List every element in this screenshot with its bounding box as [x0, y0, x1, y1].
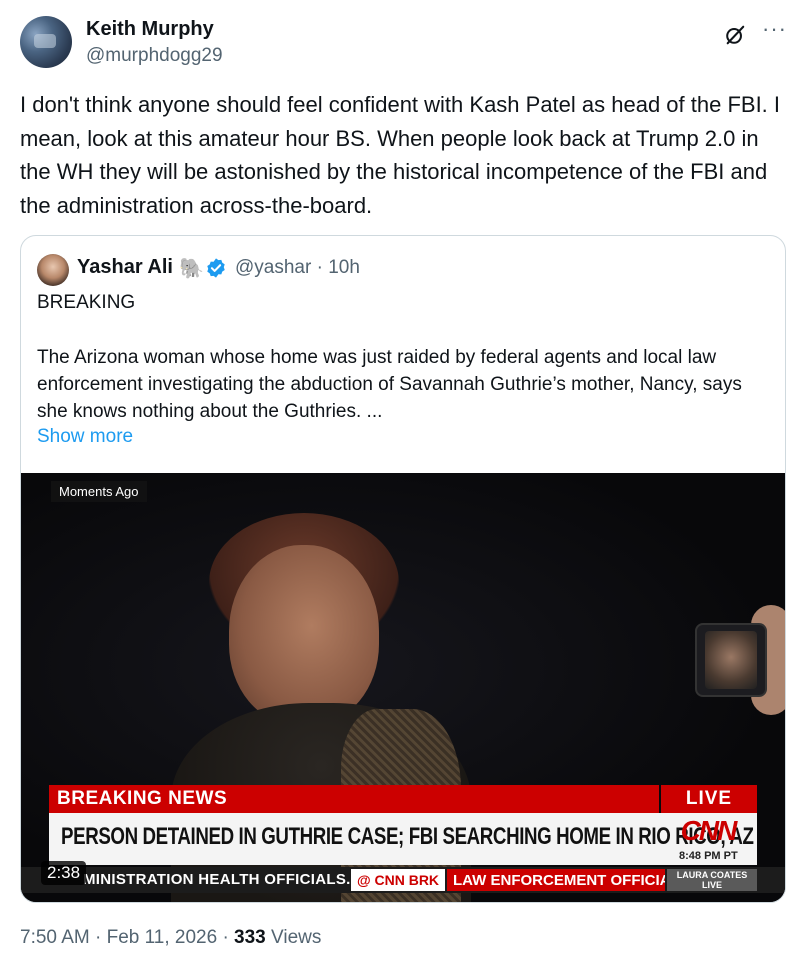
ticker-right-text: LAW ENFORCEMENT OFFICIAL	[447, 869, 665, 891]
author-handle[interactable]: @murphdogg29	[86, 45, 223, 67]
cnn-logo: CNN	[680, 815, 738, 846]
breaking-news-bar-fill	[249, 785, 659, 813]
elephant-icon: 🐘	[179, 258, 204, 280]
anchor-live: LIVE	[701, 880, 722, 890]
moments-ago-tag: Moments Ago	[51, 481, 147, 502]
ticker-brk-tag: @ CNN BRK	[351, 869, 445, 891]
verified-badge-icon	[207, 258, 225, 278]
live-badge: LIVE	[661, 785, 757, 813]
anchor-tag: LAURA COATES LIVE	[667, 869, 757, 891]
author-avatar[interactable]	[20, 16, 72, 68]
video-duration: 2:38	[41, 861, 87, 885]
video-player[interactable]: Moments Ago BREAKING NEWS LIVE PERSON DE…	[21, 473, 785, 902]
quoted-post[interactable]: Yashar Ali 🐘 @yashar · 10h BREAKING The …	[20, 235, 786, 903]
video-person-face	[229, 545, 379, 725]
views-count: 333	[234, 927, 266, 948]
post-timestamp[interactable]: 7:50 AM · Feb 11, 2026 ·	[20, 927, 234, 948]
post-header: Keith Murphy @murphdogg29 ···	[20, 14, 786, 74]
more-icon[interactable]: ···	[762, 16, 787, 42]
quoted-handle-time: @yashar · 10h	[235, 257, 360, 278]
chyron-headline: PERSON DETAINED IN GUTHRIE CASE; FBI SEA…	[61, 823, 754, 850]
views-label: Views	[265, 927, 322, 948]
quoted-body: The Arizona woman whose home was just ra…	[37, 347, 742, 422]
grok-icon[interactable]	[724, 24, 746, 46]
ticker-left-text: MINISTRATION HEALTH OFFICIALS.	[83, 871, 351, 888]
author-name[interactable]: Keith Murphy	[86, 18, 214, 41]
quoted-headline: BREAKING	[37, 292, 136, 313]
anchor-name: LAURA COATES	[676, 870, 748, 880]
chyron-time: 8:48 PM PT	[679, 850, 738, 862]
video-phone	[695, 623, 767, 697]
post-text: I don't think anyone should feel confide…	[20, 92, 781, 218]
quoted-author-name[interactable]: Yashar Ali	[77, 256, 173, 279]
post-meta: 7:50 AM · Feb 11, 2026 · 333 Views	[20, 927, 321, 949]
quoted-author-avatar[interactable]	[37, 254, 69, 286]
breaking-news-bar: BREAKING NEWS	[49, 785, 249, 813]
show-more-link[interactable]: Show more	[37, 426, 133, 448]
